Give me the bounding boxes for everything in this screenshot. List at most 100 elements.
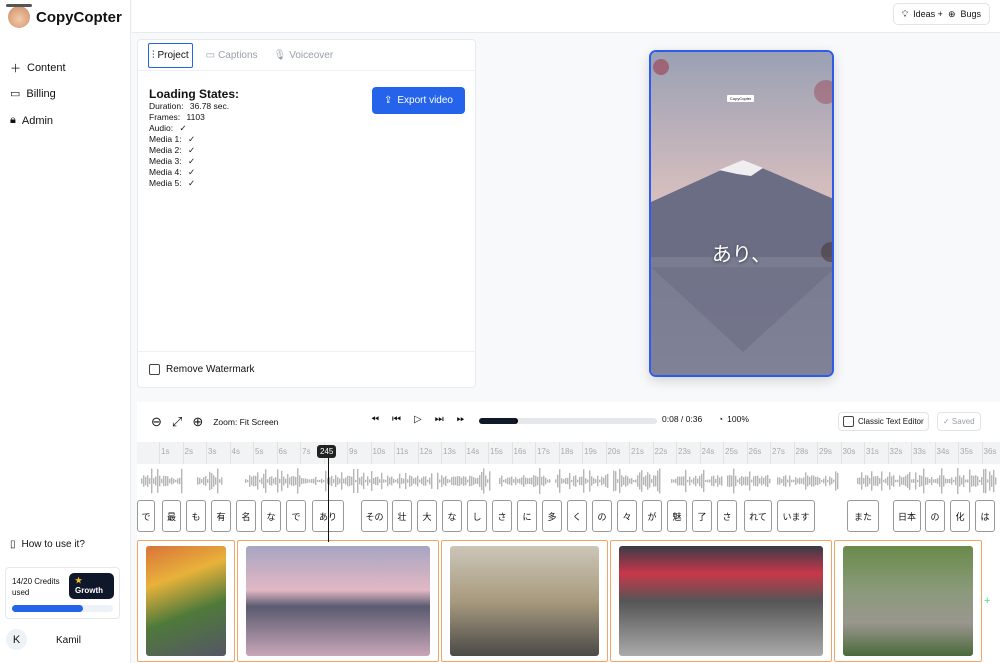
- tab-voiceover[interactable]: 🎙︎ Voiceover: [271, 46, 337, 65]
- waveform-bar: [533, 475, 535, 487]
- waveform-bar: [515, 476, 517, 486]
- caption-word-chip[interactable]: で: [137, 500, 155, 532]
- caption-word-chip[interactable]: れて: [744, 500, 772, 532]
- caption-word-chip[interactable]: 壮: [392, 500, 412, 532]
- caption-word-chip[interactable]: の: [592, 500, 612, 532]
- expand-icon[interactable]: ⤢: [172, 414, 182, 430]
- caption-word-chip[interactable]: 有: [211, 500, 231, 532]
- zoom-in-icon[interactable]: ⊕: [192, 414, 203, 430]
- tick-label: 10s: [372, 447, 386, 456]
- sidebar-item-admin[interactable]: 🔒︎ Admin: [10, 114, 53, 127]
- waveform-bar: [299, 475, 301, 487]
- caption-word-chip[interactable]: も: [186, 500, 206, 532]
- caption-word-chip[interactable]: 日本: [893, 500, 921, 532]
- waveform-bar: [581, 476, 583, 486]
- check-icon: ✓: [187, 156, 196, 166]
- add-media-button[interactable]: +: [984, 595, 990, 607]
- sidebar-item-content[interactable]: ＋ Content: [10, 60, 66, 76]
- caption-word-chip[interactable]: な: [442, 500, 462, 532]
- caption-word-chip[interactable]: 多: [542, 500, 562, 532]
- waveform-bar: [651, 479, 653, 483]
- audio-waveform[interactable]: [137, 464, 1000, 498]
- feedback-button[interactable]: 💡︎ Ideas + ⊕ Bugs: [892, 3, 990, 25]
- upgrade-growth-button[interactable]: ★ Growth: [69, 573, 114, 599]
- fast-forward-icon[interactable]: ⏩︎: [457, 414, 465, 425]
- waveform-bar: [653, 475, 655, 487]
- caption-word-chip[interactable]: 最: [162, 500, 181, 532]
- caption-word-chip[interactable]: 大: [417, 500, 437, 532]
- classic-text-editor-toggle[interactable]: Classic Text Editor: [838, 412, 929, 431]
- media-clip[interactable]: [137, 540, 235, 662]
- waveform-bar: [545, 477, 547, 485]
- caption-word-chip[interactable]: 化: [950, 500, 970, 532]
- caption-word-chip[interactable]: 魅: [667, 500, 687, 532]
- caption-word-chip[interactable]: その: [361, 500, 388, 532]
- export-video-button[interactable]: ⇪ Export video: [372, 87, 465, 114]
- video-preview[interactable]: CopyCopter あり、: [649, 50, 834, 377]
- tab-project[interactable]: ⫶ Project: [148, 42, 193, 68]
- waveform-bar: [713, 475, 715, 487]
- caption-word-chip[interactable]: で: [286, 500, 306, 532]
- avatar[interactable]: K: [6, 629, 27, 650]
- sidebar-item-billing[interactable]: ▭ Billing: [10, 87, 56, 101]
- skip-forward-icon[interactable]: ⏭︎: [435, 414, 444, 425]
- tick-line: [370, 442, 372, 464]
- waveform-bar: [215, 477, 217, 485]
- playhead[interactable]: [328, 446, 329, 542]
- caption-word-chip[interactable]: が: [642, 500, 662, 532]
- caption-word-chip[interactable]: 了: [692, 500, 712, 532]
- caption-word-chip[interactable]: に: [517, 500, 537, 532]
- waveform-bar: [155, 476, 157, 486]
- remove-watermark-checkbox[interactable]: Remove Watermark: [138, 351, 475, 387]
- waveform-bar: [959, 475, 961, 487]
- waveform-bar: [349, 476, 351, 486]
- zoom-out-icon[interactable]: ⊖: [151, 414, 162, 430]
- media-clip[interactable]: [237, 540, 439, 662]
- checkbox[interactable]: [843, 416, 854, 427]
- playback-scrubber[interactable]: [479, 418, 657, 424]
- waveform-bar: [295, 476, 297, 486]
- caption-word-chip[interactable]: 名: [236, 500, 256, 532]
- tab-captions[interactable]: ▭ Captions: [203, 46, 261, 65]
- media-clip[interactable]: [610, 540, 832, 662]
- loading-row: Media 2: ✓: [149, 145, 196, 155]
- waveform-bar: [169, 478, 171, 484]
- caption-word-chip[interactable]: の: [925, 500, 945, 532]
- waveform-bar: [763, 477, 765, 485]
- logo[interactable]: CopyCopter: [6, 4, 122, 28]
- tick-line: [652, 442, 654, 464]
- waveform-bar: [769, 478, 771, 484]
- waveform-bar: [371, 471, 373, 491]
- rewind-icon[interactable]: ⏪︎: [371, 414, 379, 425]
- caption-word-chip[interactable]: います: [777, 500, 815, 532]
- caption-word-chip[interactable]: な: [261, 500, 281, 532]
- waveform-bar: [145, 476, 147, 486]
- caption-word-chip[interactable]: は: [975, 500, 995, 532]
- waveform-bar: [787, 479, 789, 483]
- waveform-bar: [333, 479, 335, 483]
- how-to-use-link[interactable]: ▯ How to use it?: [10, 539, 85, 550]
- waveform-bar: [287, 474, 289, 488]
- time-ruler[interactable]: 1s2s3s4s5s6s7s8s9s10s11s12s13s14s15s16s1…: [137, 442, 1000, 464]
- waveform-bar: [699, 475, 701, 487]
- caption-word-chip[interactable]: く: [567, 500, 587, 532]
- skip-back-icon[interactable]: ⏮︎: [392, 414, 401, 425]
- speed-control[interactable]: ◔ 100%: [718, 414, 749, 424]
- tick-label: 19s: [584, 447, 597, 456]
- waveform-bar: [153, 478, 155, 484]
- checkbox[interactable]: [149, 364, 160, 375]
- caption-word-chip[interactable]: さ: [492, 500, 512, 532]
- caption-word-chip[interactable]: 々: [617, 500, 637, 532]
- caption-word-chip[interactable]: さ: [717, 500, 737, 532]
- media-clip[interactable]: [834, 540, 982, 662]
- media-clip[interactable]: [441, 540, 608, 662]
- waveform-bar: [603, 477, 605, 485]
- waveform-bar: [939, 475, 941, 487]
- waveform-bar: [393, 478, 395, 484]
- play-icon[interactable]: ▷: [414, 414, 422, 425]
- waveform-bar: [755, 475, 757, 487]
- caption-word-chip[interactable]: し: [467, 500, 487, 532]
- waveform-bar: [347, 475, 349, 487]
- caption-word-chip[interactable]: また: [847, 500, 879, 532]
- waveform-bar: [355, 479, 357, 483]
